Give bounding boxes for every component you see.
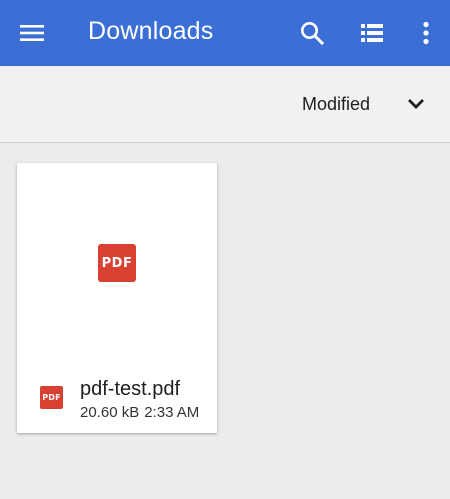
- list-view-icon: [361, 24, 383, 42]
- pdf-type-icon: PDF: [40, 386, 63, 409]
- file-size: 20.60 kB: [80, 404, 140, 421]
- file-card[interactable]: PDF PDF pdf-test.pdf 20.60 kB 2:33 AM: [17, 163, 217, 433]
- sort-label[interactable]: Modified: [302, 93, 370, 115]
- more-vertical-icon: [423, 21, 429, 45]
- app-bar: Downloads: [0, 0, 450, 66]
- file-thumbnail: PDF: [17, 163, 217, 373]
- list-view-button[interactable]: [352, 13, 392, 53]
- file-grid: PDF PDF pdf-test.pdf 20.60 kB 2:33 AM: [0, 143, 450, 499]
- sort-dropdown-toggle[interactable]: [400, 88, 432, 120]
- search-button[interactable]: [292, 13, 332, 53]
- menu-button[interactable]: [12, 13, 52, 53]
- page-title: Downloads: [88, 17, 214, 45]
- sort-bar: Modified: [0, 66, 450, 143]
- file-meta: 20.60 kB 2:33 AM: [80, 404, 199, 422]
- file-time: 2:33 AM: [144, 404, 200, 421]
- search-icon: [301, 22, 325, 46]
- hamburger-menu-icon: [20, 25, 44, 41]
- file-name: pdf-test.pdf: [80, 378, 181, 400]
- more-options-button[interactable]: [406, 13, 446, 53]
- pdf-file-icon: PDF: [98, 244, 136, 282]
- chevron-down-icon: [408, 99, 424, 109]
